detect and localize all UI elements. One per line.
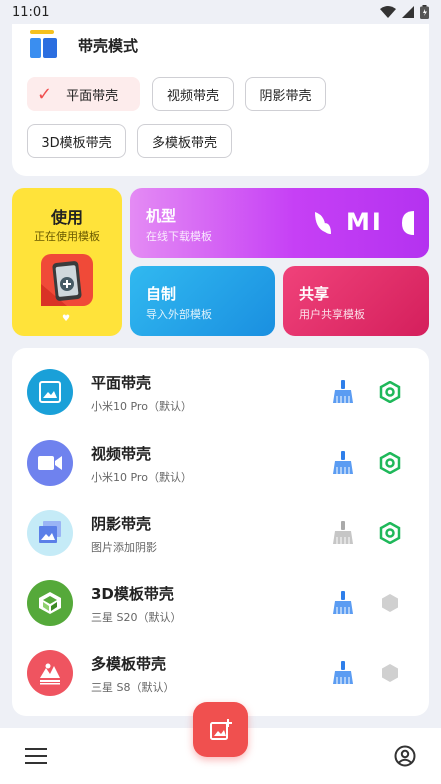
chip-label: 阴影带壳: [259, 88, 312, 104]
wifi-icon: [380, 6, 396, 18]
template-subtitle: 小米10 Pro（默认）: [91, 471, 192, 484]
gallery-icon: [27, 510, 73, 556]
tile-use-subtitle: 正在使用模板: [34, 230, 100, 243]
template-subtitle: 图片添加阴影: [91, 541, 157, 554]
chip-label: 多模板带壳: [151, 135, 217, 151]
template-row-shadow[interactable]: 阴影带壳 图片添加阴影: [12, 498, 429, 568]
template-row-multi[interactable]: 多模板带壳 三星 S8（默认）: [12, 638, 429, 708]
tile-self[interactable]: 自制 导入外部模板: [130, 266, 275, 336]
phone-template-icon: [41, 254, 93, 306]
battery-icon: [420, 5, 429, 19]
brand-logo: MI: [346, 208, 383, 236]
template-row-3d[interactable]: 3D模板带壳 三星 S20（默认）: [12, 568, 429, 638]
clean-brush-icon[interactable]: [332, 380, 354, 404]
template-title: 3D模板带壳: [91, 585, 174, 603]
hexagon-active-icon[interactable]: [379, 452, 401, 474]
brand-leaf-icon: [315, 212, 331, 234]
mode-logo-icon: [30, 30, 60, 60]
cube-icon: [27, 580, 73, 626]
chip-multi-shell[interactable]: 多模板带壳: [137, 124, 232, 158]
clean-brush-icon[interactable]: [332, 661, 354, 685]
template-title: 多模板带壳: [91, 655, 167, 673]
chip-shadow-shell[interactable]: 阴影带壳: [245, 77, 326, 111]
tile-self-title: 自制: [146, 285, 177, 303]
template-list: 平面带壳 小米10 Pro（默认） 视频带壳 小米10 Pro（默认） 阴影带壳…: [12, 348, 429, 716]
mode-title: 带壳模式: [78, 36, 139, 55]
template-subtitle: 三星 S20（默认）: [91, 611, 182, 624]
multi-image-icon: [27, 650, 73, 696]
mode-card: 带壳模式 ✓ 平面带壳 视频带壳 阴影带壳 3D模板带壳 多模板带壳: [12, 24, 429, 176]
chip-video-shell[interactable]: 视频带壳: [152, 77, 234, 111]
menu-icon[interactable]: [25, 746, 47, 766]
template-subtitle: 小米10 Pro（默认）: [91, 400, 192, 413]
template-title: 视频带壳: [91, 445, 152, 463]
image-icon: [27, 369, 73, 415]
chip-label: 3D模板带壳: [41, 135, 112, 151]
account-icon[interactable]: [394, 745, 416, 767]
clean-brush-icon[interactable]: [332, 591, 354, 615]
tile-share[interactable]: 共享 用户共享模板: [283, 266, 429, 336]
status-bar: 11:01: [0, 0, 441, 24]
heart-icon: ♥: [62, 314, 71, 324]
clean-brush-icon[interactable]: [332, 451, 354, 475]
template-row-flat[interactable]: 平面带壳 小米10 Pro（默认）: [12, 357, 429, 427]
template-subtitle: 三星 S8（默认）: [91, 681, 175, 694]
video-icon: [27, 440, 73, 486]
mode-header: 带壳模式: [30, 30, 138, 60]
add-image-fab[interactable]: [193, 702, 248, 757]
signal-icon: [402, 6, 414, 18]
hexagon-active-icon[interactable]: [379, 381, 401, 403]
brand-partial-icon: [402, 211, 414, 235]
template-row-video[interactable]: 视频带壳 小米10 Pro（默认）: [12, 428, 429, 498]
tile-model-title: 机型: [146, 207, 177, 225]
tile-self-subtitle: 导入外部模板: [146, 308, 212, 321]
template-title: 平面带壳: [91, 374, 152, 392]
tile-use-title: 使用: [50, 208, 83, 227]
chip-flat-shell[interactable]: ✓ 平面带壳: [27, 77, 140, 111]
chip-3d-shell[interactable]: 3D模板带壳: [27, 124, 126, 158]
check-icon: ✓: [37, 83, 53, 105]
hexagon-inactive-icon[interactable]: [379, 592, 401, 614]
tile-model[interactable]: 机型 在线下载模板 MI: [130, 188, 429, 258]
tile-use[interactable]: 使用 正在使用模板 ♥: [12, 188, 122, 336]
hexagon-active-icon[interactable]: [379, 522, 401, 544]
add-image-icon: [209, 718, 232, 740]
status-icons: [380, 5, 429, 19]
tile-share-title: 共享: [299, 285, 330, 303]
tile-share-subtitle: 用户共享模板: [299, 308, 365, 321]
template-title: 阴影带壳: [91, 515, 152, 533]
clean-brush-disabled-icon[interactable]: [332, 521, 354, 545]
status-time: 11:01: [12, 4, 50, 20]
chip-label: 平面带壳: [66, 88, 119, 104]
tile-model-subtitle: 在线下载模板: [146, 230, 212, 243]
hexagon-inactive-icon[interactable]: [379, 662, 401, 684]
chip-label: 视频带壳: [166, 88, 219, 104]
